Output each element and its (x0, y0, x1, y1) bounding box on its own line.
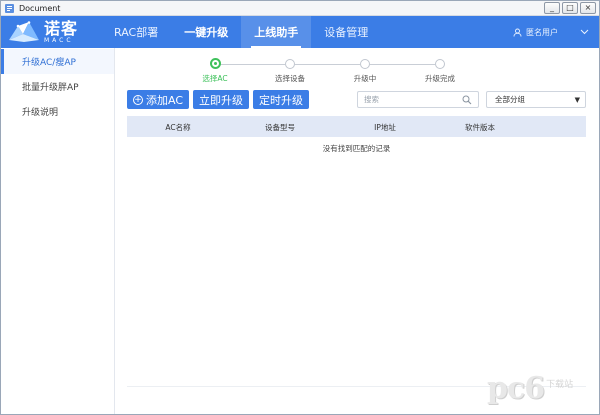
column-ip-address[interactable]: IP地址 (374, 122, 396, 133)
group-select-value: 全部分组 (495, 95, 525, 104)
dropdown-arrow-icon: ▼ (574, 96, 580, 104)
watermark: pc6 下载站 (487, 363, 599, 413)
watermark-site: 下载站 (546, 379, 574, 390)
brand-mark-icon (9, 21, 39, 42)
action-toolbar: + 添加AC 立即升级 定时升级 (127, 90, 310, 110)
table-header: AC名称 设备型号 IP地址 软件版本 (127, 116, 586, 137)
brand-name: 诺客 (44, 18, 79, 38)
empty-table-message: 没有找到匹配的记录 (322, 144, 391, 153)
sidebar: 升级AC/瘦AP 批量升级胖AP 升级说明 (1, 48, 115, 414)
column-software-version[interactable]: 软件版本 (465, 122, 495, 133)
add-ac-button[interactable]: + 添加AC (127, 90, 190, 109)
step-label-select-ac: 选择AC (202, 74, 228, 83)
watermark-logo: pc6 (487, 370, 545, 406)
close-button[interactable]: × (580, 2, 596, 14)
search-box (357, 91, 479, 108)
step-dot-upgrading (360, 59, 370, 69)
scheduled-upgrade-button[interactable]: 定时升级 (253, 90, 310, 109)
sidebar-item-upgrade-guide[interactable]: 升级说明 (1, 99, 114, 124)
app-window: Document _ □ × 诺客 MACC RAC部署 一键升级 上线助手 设… (0, 0, 600, 415)
brand-subname: MACC (44, 36, 74, 44)
nav-device-management[interactable]: 设备管理 (311, 16, 381, 48)
search-input[interactable] (364, 95, 459, 104)
chevron-down-icon[interactable] (580, 29, 589, 35)
step-label-upgrading: 升级中 (353, 74, 377, 83)
brand-logo: 诺客 MACC (1, 16, 101, 48)
nav-rac-deploy[interactable]: RAC部署 (101, 16, 171, 48)
user-menu[interactable]: 匿名用户 (513, 16, 589, 48)
column-ac-name[interactable]: AC名称 (165, 122, 190, 133)
upgrade-steps: 选择AC 选择设备 升级中 升级完成 (202, 58, 500, 89)
sidebar-item-upgrade-ac[interactable]: 升级AC/瘦AP (1, 49, 114, 74)
nav-online-assistant[interactable]: 上线助手 (241, 16, 312, 48)
step-dot-complete (435, 59, 445, 69)
window-title: Document (19, 3, 61, 13)
main-content: 选择AC 选择设备 升级中 升级完成 + 添加AC 立即升级 定时升级 全部分组… (115, 48, 599, 414)
search-icon[interactable] (462, 95, 472, 105)
plus-circle-icon: + (133, 94, 143, 105)
sidebar-item-batch-upgrade-fat-ap[interactable]: 批量升级胖AP (1, 74, 114, 99)
column-device-model[interactable]: 设备型号 (265, 122, 295, 133)
step-dot-select-ac (210, 58, 221, 69)
top-navigation: 诺客 MACC RAC部署 一键升级 上线助手 设备管理 匿名用户 (1, 16, 599, 48)
step-label-complete: 升级完成 (425, 74, 455, 83)
upgrade-now-button[interactable]: 立即升级 (193, 90, 250, 109)
title-bar: Document _ □ × (1, 1, 599, 16)
user-name: 匿名用户 (526, 27, 558, 37)
maximize-button[interactable]: □ (562, 2, 578, 14)
nav-one-click-upgrade[interactable]: 一键升级 (171, 16, 241, 48)
minimize-button[interactable]: _ (544, 2, 560, 14)
user-icon (513, 28, 522, 37)
document-app-icon (5, 3, 14, 13)
step-label-select-device: 选择设备 (275, 74, 305, 83)
window-controls: _ □ × (544, 2, 596, 14)
group-select[interactable]: 全部分组 ▼ (486, 91, 586, 108)
step-dot-select-device (285, 59, 295, 69)
